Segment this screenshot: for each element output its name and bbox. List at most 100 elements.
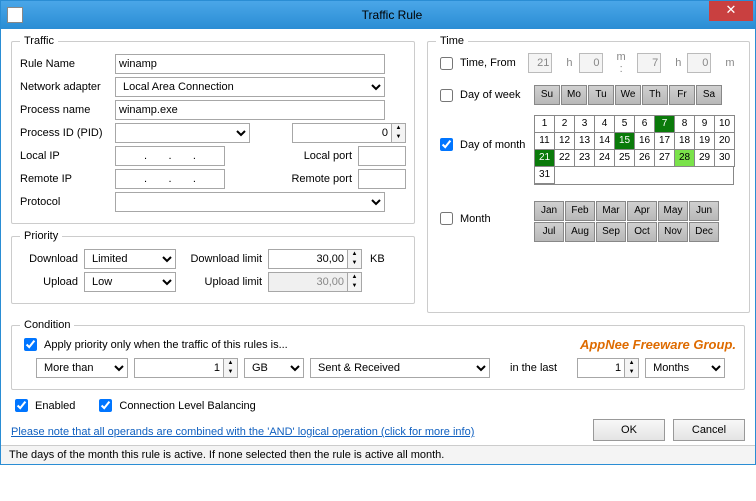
dom-cell-27[interactable]: 27 bbox=[654, 149, 675, 167]
month-cell-dec[interactable]: Dec bbox=[689, 222, 719, 242]
dom-cell-17[interactable]: 17 bbox=[654, 132, 675, 150]
dow-cell-su[interactable]: Su bbox=[534, 85, 560, 105]
enabled-checkbox[interactable] bbox=[15, 399, 28, 412]
dom-cell-18[interactable]: 18 bbox=[674, 132, 695, 150]
month-cell-jan[interactable]: Jan bbox=[534, 201, 564, 221]
dom-cell-16[interactable]: 16 bbox=[634, 132, 655, 150]
apply-check[interactable]: Apply priority only when the traffic of … bbox=[20, 335, 288, 354]
dom-cell-31[interactable]: 31 bbox=[534, 166, 555, 184]
titlebar[interactable]: Traffic Rule ✕ bbox=[1, 1, 755, 29]
spin-down-icon[interactable]: ▼ bbox=[224, 368, 237, 377]
cond-unit-select[interactable]: GB bbox=[244, 358, 304, 378]
dom-cell-5[interactable]: 5 bbox=[614, 115, 635, 133]
in-last-spinner[interactable]: ▲▼ bbox=[577, 358, 639, 378]
ok-button[interactable]: OK bbox=[593, 419, 665, 441]
dom-cell-13[interactable]: 13 bbox=[574, 132, 595, 150]
balancing-check[interactable]: Connection Level Balancing bbox=[95, 396, 255, 415]
dom-check[interactable]: Day of month bbox=[436, 135, 534, 154]
dom-cell-21[interactable]: 21 bbox=[534, 149, 555, 167]
dom-cell-10[interactable]: 10 bbox=[714, 115, 735, 133]
month-cell-jul[interactable]: Jul bbox=[534, 222, 564, 242]
dom-cell-15[interactable]: 15 bbox=[614, 132, 635, 150]
pid-select[interactable] bbox=[115, 123, 250, 143]
spin-down-icon[interactable]: ▼ bbox=[348, 259, 361, 268]
in-last-input[interactable] bbox=[577, 358, 625, 378]
dl-limit-input[interactable] bbox=[268, 249, 348, 269]
dow-cell-sa[interactable]: Sa bbox=[696, 85, 722, 105]
in-last-unit-select[interactable]: Months bbox=[645, 358, 725, 378]
dom-cell-12[interactable]: 12 bbox=[554, 132, 575, 150]
dom-cell-20[interactable]: 20 bbox=[714, 132, 735, 150]
month-cell-mar[interactable]: Mar bbox=[596, 201, 626, 221]
spin-down-icon[interactable]: ▼ bbox=[625, 368, 638, 377]
dow-cell-tu[interactable]: Tu bbox=[588, 85, 614, 105]
cancel-button[interactable]: Cancel bbox=[673, 419, 745, 441]
month-cell-apr[interactable]: Apr bbox=[627, 201, 657, 221]
dom-cell-24[interactable]: 24 bbox=[594, 149, 615, 167]
dom-cell-3[interactable]: 3 bbox=[574, 115, 595, 133]
local-port-input[interactable] bbox=[358, 146, 406, 166]
dl-limit-spinner[interactable]: ▲▼ bbox=[268, 249, 362, 269]
month-cell-may[interactable]: May bbox=[658, 201, 688, 221]
dom-cell-7[interactable]: 7 bbox=[654, 115, 675, 133]
dow-check[interactable]: Day of week bbox=[436, 86, 534, 105]
balancing-checkbox[interactable] bbox=[99, 399, 112, 412]
spin-down-icon[interactable]: ▼ bbox=[392, 133, 405, 142]
dow-cell-th[interactable]: Th bbox=[642, 85, 668, 105]
dom-cell-22[interactable]: 22 bbox=[554, 149, 575, 167]
dow-cell-we[interactable]: We bbox=[615, 85, 641, 105]
month-cell-oct[interactable]: Oct bbox=[627, 222, 657, 242]
adapter-select[interactable]: Local Area Connection bbox=[115, 77, 385, 97]
pid-spinner[interactable]: ▲▼ bbox=[292, 123, 406, 143]
dow-cell-mo[interactable]: Mo bbox=[561, 85, 587, 105]
spin-up-icon[interactable]: ▲ bbox=[348, 250, 361, 259]
dom-checkbox[interactable] bbox=[440, 138, 453, 151]
month-cell-aug[interactable]: Aug bbox=[565, 222, 595, 242]
note-link[interactable]: Please note that all operands are combin… bbox=[11, 426, 474, 438]
local-ip-input[interactable] bbox=[115, 146, 225, 166]
dom-cell-30[interactable]: 30 bbox=[714, 149, 735, 167]
month-checkbox[interactable] bbox=[440, 212, 453, 225]
dow-cell-fr[interactable]: Fr bbox=[669, 85, 695, 105]
protocol-select[interactable] bbox=[115, 192, 385, 212]
apply-checkbox[interactable] bbox=[24, 338, 37, 351]
dom-cell-6[interactable]: 6 bbox=[634, 115, 655, 133]
dom-cell-11[interactable]: 11 bbox=[534, 132, 555, 150]
dom-cell-19[interactable]: 19 bbox=[694, 132, 715, 150]
dom-cell-9[interactable]: 9 bbox=[694, 115, 715, 133]
cond-amount-input[interactable] bbox=[134, 358, 224, 378]
spin-up-icon[interactable]: ▲ bbox=[392, 124, 405, 133]
dom-cell-2[interactable]: 2 bbox=[554, 115, 575, 133]
time-from-checkbox[interactable] bbox=[440, 57, 453, 70]
month-cell-jun[interactable]: Jun bbox=[689, 201, 719, 221]
remote-ip-input[interactable] bbox=[115, 169, 225, 189]
upload-select[interactable]: Low bbox=[84, 272, 176, 292]
spin-up-icon[interactable]: ▲ bbox=[224, 359, 237, 368]
time-from-check[interactable]: Time, From bbox=[436, 54, 528, 73]
pid-num-input[interactable] bbox=[292, 123, 392, 143]
month-cell-feb[interactable]: Feb bbox=[565, 201, 595, 221]
spin-up-icon[interactable]: ▲ bbox=[625, 359, 638, 368]
download-select[interactable]: Limited bbox=[84, 249, 176, 269]
dom-cell-4[interactable]: 4 bbox=[594, 115, 615, 133]
cond-direction-select[interactable]: Sent & Received bbox=[310, 358, 490, 378]
month-cell-sep[interactable]: Sep bbox=[596, 222, 626, 242]
rule-name-input[interactable] bbox=[115, 54, 385, 74]
dom-cell-29[interactable]: 29 bbox=[694, 149, 715, 167]
dom-cell-23[interactable]: 23 bbox=[574, 149, 595, 167]
dom-cell-25[interactable]: 25 bbox=[614, 149, 635, 167]
month-cell-nov[interactable]: Nov bbox=[658, 222, 688, 242]
remote-port-input[interactable] bbox=[358, 169, 406, 189]
dom-cell-28[interactable]: 28 bbox=[674, 149, 695, 167]
dom-cell-26[interactable]: 26 bbox=[634, 149, 655, 167]
dom-cell-1[interactable]: 1 bbox=[534, 115, 555, 133]
cond-amount-spinner[interactable]: ▲▼ bbox=[134, 358, 238, 378]
month-check[interactable]: Month bbox=[436, 209, 534, 228]
dom-cell-14[interactable]: 14 bbox=[594, 132, 615, 150]
dow-checkbox[interactable] bbox=[440, 89, 453, 102]
process-input[interactable] bbox=[115, 100, 385, 120]
dom-cell-8[interactable]: 8 bbox=[674, 115, 695, 133]
enabled-check[interactable]: Enabled bbox=[11, 396, 75, 415]
cond-op-select[interactable]: More than bbox=[36, 358, 128, 378]
close-button[interactable]: ✕ bbox=[709, 1, 753, 21]
